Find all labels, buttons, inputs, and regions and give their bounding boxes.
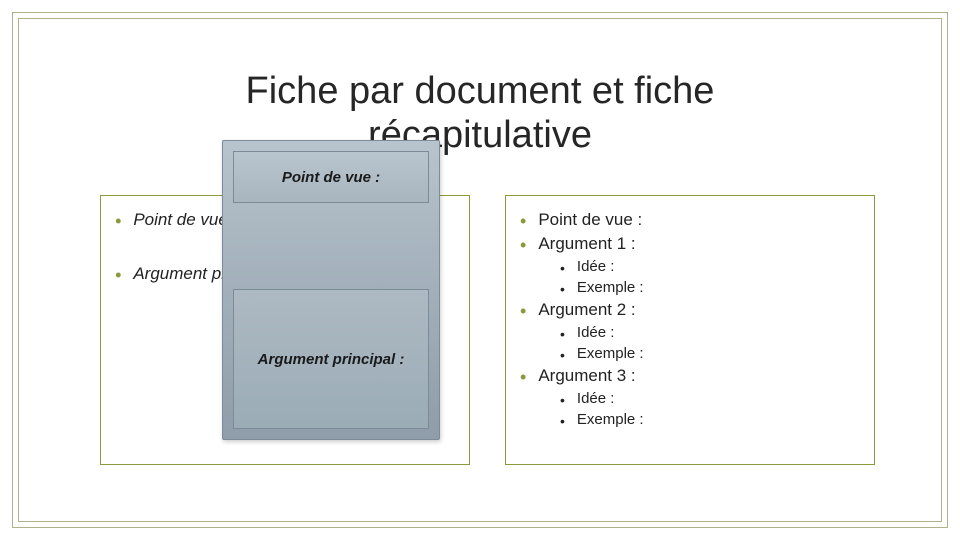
right-item-arg3-idee-label: Idée : xyxy=(577,390,615,407)
right-item-arg1: • Argument 1 : xyxy=(520,234,860,254)
sub-bullet-dot-icon: • xyxy=(560,414,565,428)
sub-bullet-dot-icon: • xyxy=(560,393,565,407)
overlay-top-box: Point de vue : xyxy=(233,151,429,203)
sub-bullet-dot-icon: • xyxy=(560,348,565,362)
right-item-arg1-idee-label: Idée : xyxy=(577,258,615,275)
overlay-card: Point de vue : Argument principal : xyxy=(222,140,440,440)
bullet-dot-icon: • xyxy=(115,266,121,284)
right-item-arg2-exemple: • Exemple : xyxy=(560,345,860,362)
right-item-arg2-idee: • Idée : xyxy=(560,324,860,341)
overlay-top-label: Point de vue : xyxy=(282,169,380,186)
right-item-arg3-exemple: • Exemple : xyxy=(560,411,860,428)
right-item-arg2: • Argument 2 : xyxy=(520,300,860,320)
bullet-dot-icon: • xyxy=(520,236,526,254)
bullet-dot-icon: • xyxy=(520,212,526,230)
right-item-pov-label: Point de vue : xyxy=(538,210,642,230)
bullet-dot-icon: • xyxy=(115,212,121,230)
overlay-bottom-box: Argument principal : xyxy=(233,289,429,429)
slide: Fiche par document et fiche récapitulati… xyxy=(0,0,960,540)
right-item-arg3: • Argument 3 : xyxy=(520,366,860,386)
right-item-arg2-exemple-label: Exemple : xyxy=(577,345,644,362)
right-item-arg1-label: Argument 1 : xyxy=(538,234,635,254)
right-panel: • Point de vue : • Argument 1 : • Idée :… xyxy=(505,195,875,465)
right-item-arg1-idee: • Idée : xyxy=(560,258,860,275)
bullet-dot-icon: • xyxy=(520,302,526,320)
right-item-arg3-exemple-label: Exemple : xyxy=(577,411,644,428)
right-item-pov: • Point de vue : xyxy=(520,210,860,230)
right-item-arg2-label: Argument 2 : xyxy=(538,300,635,320)
bullet-dot-icon: • xyxy=(520,368,526,386)
sub-bullet-dot-icon: • xyxy=(560,327,565,341)
right-item-arg2-idee-label: Idée : xyxy=(577,324,615,341)
sub-bullet-dot-icon: • xyxy=(560,282,565,296)
right-item-arg1-exemple: • Exemple : xyxy=(560,279,860,296)
right-item-arg1-exemple-label: Exemple : xyxy=(577,279,644,296)
right-item-arg3-label: Argument 3 : xyxy=(538,366,635,386)
overlay-bottom-label: Argument principal : xyxy=(258,351,405,368)
sub-bullet-dot-icon: • xyxy=(560,261,565,275)
slide-title: Fiche par document et fiche récapitulati… xyxy=(0,70,960,157)
right-item-arg3-idee: • Idée : xyxy=(560,390,860,407)
